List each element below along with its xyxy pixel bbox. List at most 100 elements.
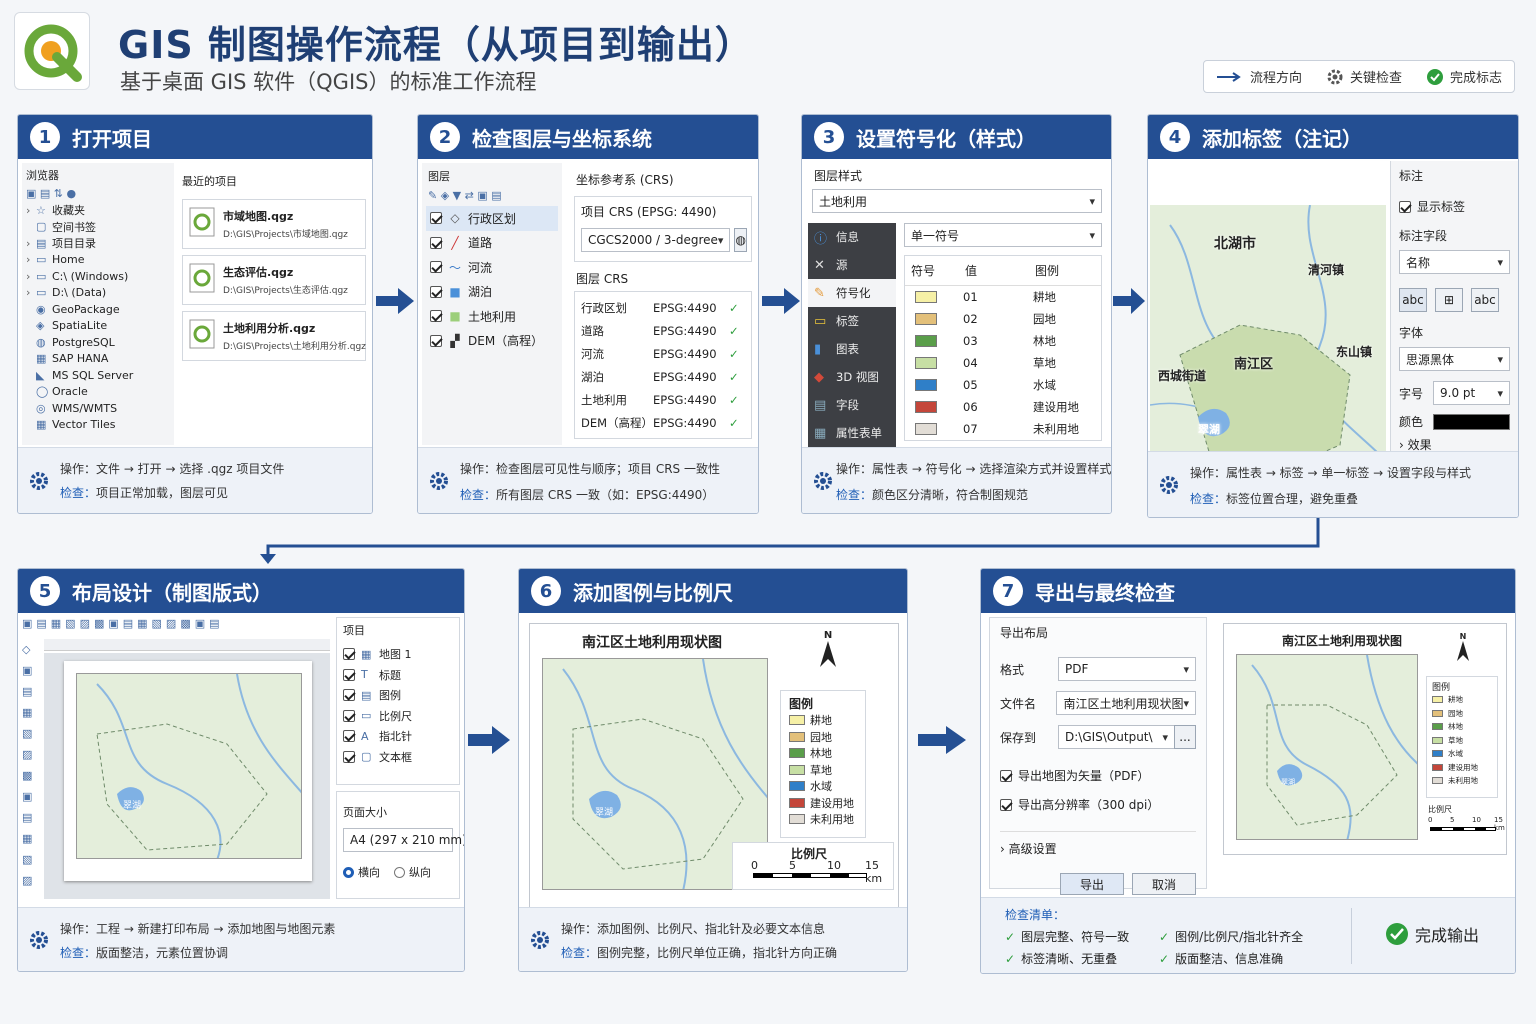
item-visibility-checkbox[interactable] xyxy=(343,648,355,661)
layer-item[interactable]: ◇ 行政区划 xyxy=(426,206,558,231)
symbol-row[interactable]: 05 水域 xyxy=(905,374,1101,396)
map-place-label: 东山镇 xyxy=(1336,345,1373,359)
layout-item[interactable]: ▭ 比例尺 xyxy=(343,706,453,727)
vector-option[interactable]: 导出地图为矢量（PDF） xyxy=(1000,767,1196,784)
layout-item[interactable]: ▢ 文本框 xyxy=(343,747,453,768)
format-select[interactable]: PDF xyxy=(1058,657,1196,681)
symbol-row[interactable]: 03 林地 xyxy=(905,330,1101,352)
style-menu-item[interactable]: ▮ 图表 xyxy=(808,335,896,363)
layout-item[interactable]: T 标题 xyxy=(343,665,453,686)
symbol-row[interactable]: 06 建设用地 xyxy=(905,396,1101,418)
style-menu-item[interactable]: ▭ 标签 xyxy=(808,307,896,335)
style-menu-item[interactable]: ✕ 源 xyxy=(808,251,896,279)
layer-item[interactable]: ╱ 道路 xyxy=(426,231,558,256)
layout-item[interactable]: ▤ 图例 xyxy=(343,685,453,706)
advanced-toggle[interactable]: › 高级设置 xyxy=(1000,831,1196,857)
browser-toolbar[interactable]: ▣ ▤ ⇅ ● xyxy=(22,187,174,200)
save-path-input[interactable]: D:\GIS\Output\ xyxy=(1058,725,1174,749)
browser-tree-item[interactable]: › ☆ 收藏夹 xyxy=(26,202,170,219)
browser-tree-item[interactable]: › ▭ C:\ (Windows) xyxy=(26,268,170,285)
layer-item[interactable]: ▞ DEM（高程） xyxy=(426,329,558,354)
recent-project-item[interactable]: 市域地图.qgz D:\GIS\Projects\市域地图.qgz xyxy=(182,199,366,249)
layout-toolbar[interactable]: ▣▤▦▧▨▩▣▤▦▧▨▩▣▤ xyxy=(22,617,332,635)
legend-swatch xyxy=(1432,696,1443,704)
crs-select[interactable]: CGCS2000 / 3-degree xyxy=(581,228,731,252)
show-labels-checkbox[interactable]: 显示标签 xyxy=(1399,198,1510,215)
filename-label: 文件名 xyxy=(1000,696,1037,711)
layer-visibility-checkbox[interactable] xyxy=(430,261,442,274)
landscape-radio[interactable] xyxy=(343,866,354,878)
symbol-row[interactable]: 02 园地 xyxy=(905,308,1101,330)
layer-visibility-checkbox[interactable] xyxy=(430,310,442,323)
style-menu-item[interactable]: ▤ 字段 xyxy=(808,391,896,419)
layer-item[interactable]: ■ 土地利用 xyxy=(426,304,558,329)
browser-tree-item[interactable]: ◯ Oracle xyxy=(26,384,170,401)
style-menu-item[interactable]: ◆ 3D 视图 xyxy=(808,363,896,391)
step-3-footer: 操作：属性表 → 符号化 → 选择渲染方式并设置样式 检查：颜色区分清晰，符合制… xyxy=(802,447,1111,513)
layer-name: 土地利用 xyxy=(468,309,517,324)
export-button[interactable]: 导出 xyxy=(1060,873,1124,895)
checklist-text: 版面整洁、信息准确 xyxy=(1175,952,1284,966)
symbol-value: 06 xyxy=(963,400,978,414)
browser-tree-item[interactable]: ▦ Vector Tiles xyxy=(26,417,170,434)
abc-outline-button[interactable]: abc xyxy=(1471,288,1499,312)
field-select[interactable]: 名称 xyxy=(1399,250,1510,274)
font-select[interactable]: 思源黑体 xyxy=(1399,347,1510,371)
globe-icon[interactable]: ◍ xyxy=(734,228,747,252)
layer-visibility-checkbox[interactable] xyxy=(430,212,442,225)
legend-swatch xyxy=(789,764,805,775)
browser-tree-item[interactable]: ▦ SAP HANA xyxy=(26,351,170,368)
hires-option[interactable]: 导出高分辨率（300 dpi） xyxy=(1000,796,1196,813)
browser-tree-item[interactable]: ◈ SpatiaLite xyxy=(26,318,170,335)
portrait-radio[interactable] xyxy=(394,866,405,878)
recent-project-item[interactable]: 生态评估.qgz D:\GIS\Projects\生态评估.qgz xyxy=(182,255,366,305)
cancel-button[interactable]: 取消 xyxy=(1132,873,1196,895)
item-name: 标题 xyxy=(379,668,401,682)
page-size-select[interactable]: A4 (297 x 210 mm) xyxy=(343,828,464,852)
style-menu-item[interactable]: ✎ 符号化 xyxy=(808,279,896,307)
layer-visibility-checkbox[interactable] xyxy=(430,334,442,347)
legend-item: 园地 xyxy=(789,729,857,746)
abc-button[interactable]: abc xyxy=(1399,288,1427,312)
item-visibility-checkbox[interactable] xyxy=(343,709,355,722)
layer-item[interactable]: 〜河流 xyxy=(426,255,558,280)
browser-tree-item[interactable]: ◉ GeoPackage xyxy=(26,301,170,318)
browser-tree-item[interactable]: › ▤ 项目目录 xyxy=(26,235,170,252)
browser-panel: 浏览器 ▣ ▤ ⇅ ● › ☆ 收藏夹 ▢ 空间书签 › ▤ 项目目录 › ▭ Home › ▭ C:\… xyxy=(22,163,174,445)
symbol-row[interactable]: 04 草地 xyxy=(905,352,1101,374)
layer-item[interactable]: ■ 湖泊 xyxy=(426,280,558,305)
checklist-item: ✓ 图例/比例尺/指北针齐全 xyxy=(1159,928,1303,945)
symbol-row[interactable]: 07 未利用地 xyxy=(905,418,1101,440)
browser-tree-item[interactable]: › ▭ D:\ (Data) xyxy=(26,285,170,302)
browse-button[interactable]: ... xyxy=(1174,725,1196,749)
filename-input[interactable]: 南江区土地利用现状图 xyxy=(1056,691,1196,715)
item-visibility-checkbox[interactable] xyxy=(343,730,355,743)
browser-tree-item[interactable]: › ▭ Home xyxy=(26,252,170,269)
symbol-row[interactable]: 01 耕地 xyxy=(905,286,1101,308)
layer-visibility-checkbox[interactable] xyxy=(430,236,442,249)
layout-item[interactable]: A 指北针 xyxy=(343,726,453,747)
layer-select[interactable]: 土地利用 xyxy=(812,189,1102,213)
layout-canvas[interactable]: 翠湖 xyxy=(44,653,330,899)
color-swatch[interactable] xyxy=(1433,413,1510,430)
item-visibility-checkbox[interactable] xyxy=(343,689,355,702)
recent-project-item[interactable]: 土地利用分析.qgz D:\GIS\Projects\土地利用分析.qgz xyxy=(182,311,366,361)
browser-tree-item[interactable]: ◣ MS SQL Server xyxy=(26,367,170,384)
style-menu-item[interactable]: ⓘ 信息 xyxy=(808,223,896,251)
layout-side-toolbar[interactable]: ◇ ▣ ▤ ▦ ▧ ▨ ▩ ▣ ▤ ▦ ▧ ▨ xyxy=(22,639,40,899)
placement-icon[interactable]: ⊞ xyxy=(1435,288,1463,312)
browser-tree-item[interactable]: ◎ WMS/WMTS xyxy=(26,400,170,417)
page-size-value: A4 (297 x 210 mm) xyxy=(350,833,465,847)
item-visibility-checkbox[interactable] xyxy=(343,668,355,681)
browser-tree-item[interactable]: ▢ 空间书签 xyxy=(26,219,170,236)
lake-label: 翠湖 xyxy=(1281,778,1295,786)
layers-toolbar[interactable]: ✎ ◈ ▼ ⇄ ▣ ▤ xyxy=(422,189,562,202)
browser-tree-item[interactable]: ◍ PostgreSQL xyxy=(26,334,170,351)
layer-visibility-checkbox[interactable] xyxy=(430,285,442,298)
size-select[interactable]: 9.0 pt xyxy=(1433,381,1510,405)
crs-label: 坐标参考系 (CRS) xyxy=(576,173,674,187)
layout-item[interactable]: ▦ 地图 1 xyxy=(343,644,453,665)
renderer-select[interactable]: 单一符号 xyxy=(904,223,1102,247)
item-visibility-checkbox[interactable] xyxy=(343,750,355,763)
style-menu-item[interactable]: ▦ 属性表单 xyxy=(808,419,896,447)
